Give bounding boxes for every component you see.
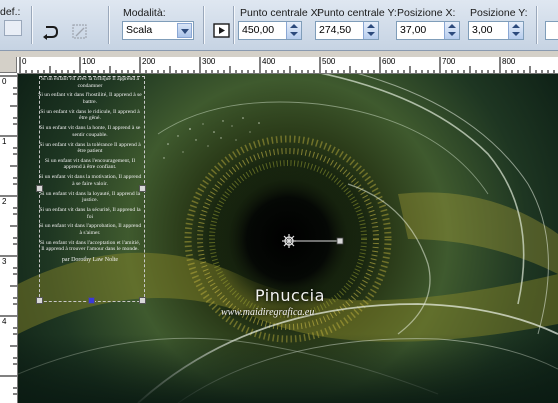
rotation-handle[interactable] <box>280 232 350 252</box>
pos-x-value: 37,00 <box>400 24 427 36</box>
mode-label: Modalità: <box>123 7 166 19</box>
pos-y-input[interactable]: 3,00 <box>468 21 524 40</box>
poem-line: Si un enfant vit dans la motivation, Il … <box>38 174 142 187</box>
vertical-ruler[interactable]: 0 1 2 3 4 <box>0 73 18 403</box>
horizontal-ruler[interactable]: 0 100 200 300 400 500 600 700 800 <box>17 57 558 74</box>
poem-line: Si un enfant vit dans le ridicule, Il ap… <box>40 108 140 122</box>
center-y-label: Punto centrale Y: <box>317 7 397 19</box>
poem-line: Si un enfant vit avec la critique Il app… <box>40 76 139 89</box>
ruler-label: 1 <box>2 137 7 146</box>
ruler-label: 500 <box>322 57 336 66</box>
poem-line: Si un enfant vit dans la honte, Il appre… <box>39 125 141 138</box>
mode-select[interactable]: Scala <box>122 21 194 40</box>
center-x-input[interactable]: 450,00 <box>238 21 302 40</box>
pos-x-label: Posizione X: <box>397 7 456 19</box>
ruler-label: 4 <box>2 317 7 326</box>
ruler-label: 100 <box>82 57 96 66</box>
pos-x-input[interactable]: 37,00 <box>396 21 460 40</box>
pos-y-label: Posizione Y: <box>470 7 528 19</box>
ruler-label: 2 <box>2 197 7 206</box>
deform-icon[interactable] <box>212 21 232 41</box>
watermark-url: www.maidiregrafica.eu <box>221 307 315 318</box>
ruler-label: 200 <box>142 57 156 66</box>
reset-icon[interactable] <box>40 22 60 42</box>
ruler-label: 0 <box>22 57 27 66</box>
poem-signature: par Dorothy Law Nolte <box>61 256 119 263</box>
preset-label: def.: <box>0 6 21 18</box>
tool-options-toolbar: def.: Modalità: Scala Punto centrale X: … <box>0 0 558 51</box>
truncated-input[interactable] <box>545 21 558 40</box>
poem-line: Si un enfant vit dans la sécurité, Il ap… <box>39 207 141 220</box>
pos-y-spinner[interactable] <box>508 22 523 39</box>
center-y-spinner[interactable] <box>363 22 378 39</box>
poem-line: Si un enfant vit dans l'approbation, Il … <box>38 223 142 236</box>
ruler-corner <box>0 57 17 73</box>
image-canvas[interactable]: Si un enfant vit avec la critique Il app… <box>18 74 558 403</box>
center-y-value: 274,50 <box>319 24 352 36</box>
ruler-label: 700 <box>442 57 456 66</box>
poem-line: Si un enfant vit dans la tolérance Il ap… <box>39 141 141 155</box>
center-x-spinner[interactable] <box>286 22 301 39</box>
poem-line: Si un enfant vit dans l'hostilité, Il ap… <box>38 92 142 105</box>
ruler-label: 600 <box>382 57 396 66</box>
center-x-label: Punto centrale X: <box>240 7 321 19</box>
ruler-label: 800 <box>502 57 516 66</box>
ruler-label: 400 <box>262 57 276 66</box>
ruler-label: 300 <box>202 57 216 66</box>
toolbar-separator <box>31 6 33 44</box>
ruler-label: 3 <box>2 257 7 266</box>
poem-text-layer: Si un enfant vit avec la critique Il app… <box>38 76 142 302</box>
pos-x-spinner[interactable] <box>444 22 459 39</box>
center-x-value: 450,00 <box>242 24 275 36</box>
pos-y-value: 3,00 <box>472 24 493 36</box>
poem-line: Si un enfant vit dans la loyauté, Il app… <box>39 190 141 204</box>
chevron-down-icon[interactable] <box>177 23 192 38</box>
poem-line: Si un enfant vit dans l'acceptation et l… <box>39 239 141 253</box>
poem-line: Si un enfant vit dans l'encouragement, I… <box>44 157 136 171</box>
mode-select-value: Scala <box>126 24 153 36</box>
watermark-name: Pinuccia <box>255 286 325 305</box>
preset-dropdown[interactable] <box>4 20 22 36</box>
edit-selection-icon[interactable] <box>70 22 90 42</box>
ruler-label: 0 <box>2 77 7 86</box>
center-y-input[interactable]: 274,50 <box>315 21 379 40</box>
